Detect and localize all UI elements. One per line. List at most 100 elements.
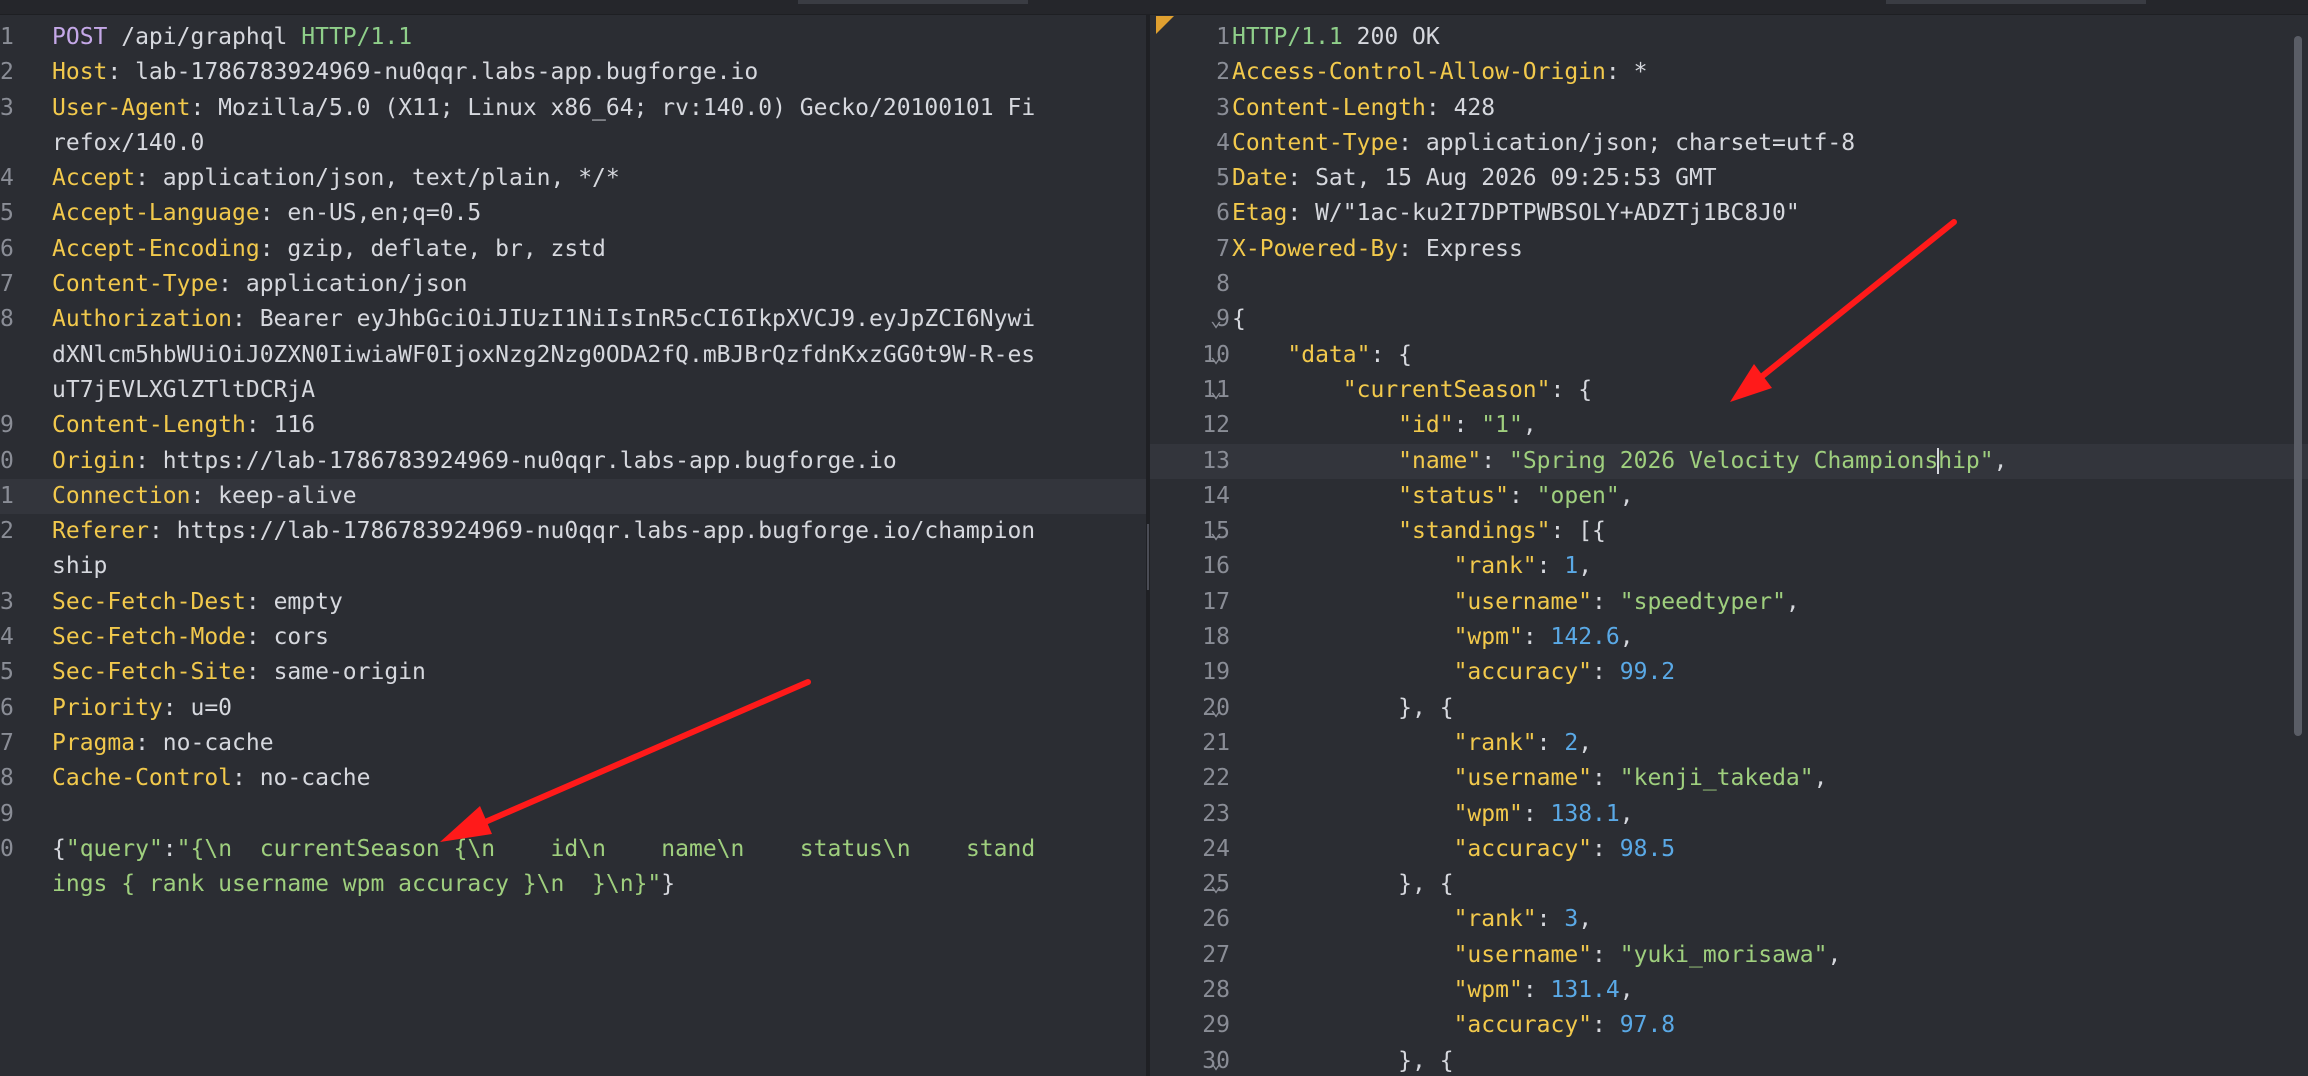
chevron-down-icon[interactable]: ⌄ [1210,514,1222,549]
request-line[interactable]: 4 Sec-Fetch-Mode: cors [0,620,1146,655]
token-plain: : [1522,624,1551,651]
response-line[interactable]: 25 ⌄ }, { [1150,867,2308,902]
tab-indicator[interactable] [798,0,1028,4]
request-line[interactable]: 0 {"query":"{\n currentSeason {\n id\n na… [0,832,1146,867]
chevron-down-icon[interactable]: ⌄ [1210,867,1222,902]
splitter-grip[interactable] [1147,524,1149,590]
token-plain: : 116 [245,412,316,439]
token-proto: HTTP/1.1 [1232,24,1343,50]
chevron-down-icon[interactable]: ⌄ [1210,1044,1222,1076]
request-line[interactable]: 6 Accept-Encoding: gzip, deflate, br, zst… [0,232,1146,267]
token-plain: , [1522,412,1537,439]
request-line[interactable]: uT7jEVLXGlZTltDCRjA [0,373,1146,408]
token-plain: : [1592,659,1620,686]
response-editor[interactable]: 1 HTTP/1.1 200 OK 2 Access-Control-Allow-Or… [1150,20,2308,1076]
token-num: 2 [1564,729,1579,756]
response-line[interactable]: 4 Content-Type: application/json; charset… [1150,126,2308,161]
response-line[interactable]: 23 "wpm": 138.1, [1150,797,2308,832]
response-line[interactable]: 15 ⌄ "standings": [{ [1150,514,2308,549]
request-line[interactable]: 3 Sec-Fetch-Dest: empty [0,585,1146,620]
response-line[interactable]: 19 "accuracy": 99.2 [1150,655,2308,690]
token-plain: : [1592,835,1620,862]
chevron-down-icon[interactable]: ⌄ [1210,373,1222,408]
request-line[interactable]: ship [0,549,1146,584]
request-line[interactable]: 9 [0,797,1146,832]
chevron-down-icon[interactable]: ⌄ [1210,302,1222,337]
code-text: "rank": 3, [1232,902,1593,937]
request-line[interactable]: 8 Authorization: Bearer eyJhbGciOiJIUzI1N… [0,302,1146,337]
request-line[interactable]: 2 Referer: https://lab-1786783924969-nu0q… [0,514,1146,549]
response-line[interactable]: 17 "username": "speedtyper", [1150,585,2308,620]
line-number: 6 [0,694,14,721]
request-line[interactable]: ings { rank username wpm accuracy }\n }\… [0,867,1146,902]
token-plain: : application/json; charset=utf-8 [1398,129,1856,156]
code-text: uT7jEVLXGlZTltDCRjA [52,373,315,408]
response-line[interactable]: 13 "name": "Spring 2026 Velocity Champio… [1150,443,2308,479]
response-line[interactable]: 26 "rank": 3, [1150,902,2308,937]
response-line[interactable]: 10 ⌄ "data": { [1150,338,2308,373]
token-hdr: Origin [52,447,136,474]
response-line[interactable]: 28 "wpm": 131.4, [1150,973,2308,1008]
request-line[interactable]: dXNlcm5hbWUiOiJ0ZXN0IiwiaWF0IjoxNzg2Nzg0… [0,338,1146,373]
request-line[interactable]: 4 Accept: application/json, text/plain, *… [0,161,1146,196]
request-line[interactable]: 2 Host: lab-1786783924969-nu0qqr.labs-app… [0,55,1146,90]
code-text: dXNlcm5hbWUiOiJ0ZXN0IiwiaWF0IjoxNzg2Nzg0… [52,338,1035,373]
response-line[interactable]: 11 ⌄ "currentSeason": { [1150,373,2308,408]
response-line[interactable]: 30 ⌄ }, { [1150,1044,2308,1076]
request-line[interactable]: 9 Content-Length: 116 [0,408,1146,443]
tab-indicator[interactable] [1886,0,2146,4]
line-number: 19 [1202,659,1230,686]
response-line[interactable]: 20 ⌄ }, { [1150,691,2308,726]
line-number: 7 [1216,235,1230,262]
response-line[interactable]: 5 Date: Sat, 15 Aug 2026 09:25:53 GMT [1150,161,2308,196]
chevron-down-icon[interactable]: ⌄ [1210,691,1222,726]
response-scrollbar[interactable] [2294,36,2302,736]
token-hdr: Etag [1232,200,1288,227]
token-num: 97.8 [1619,1012,1676,1039]
request-line[interactable]: 1 Connection: keep-alive [0,478,1146,515]
line-number: 0 [0,447,14,474]
request-line[interactable]: refox/140.0 [0,126,1146,161]
response-line[interactable]: 12 "id": "1", [1150,408,2308,443]
request-line[interactable]: 8 Cache-Control: no-cache [0,761,1146,796]
response-line[interactable]: 2 Access-Control-Allow-Origin: * [1150,55,2308,90]
response-line[interactable]: 29 "accuracy": 97.8 [1150,1008,2308,1043]
code-text: Content-Type: application/json [52,267,467,302]
response-line[interactable]: 16 "rank": 1, [1150,549,2308,584]
code-text: POST /api/graphql HTTP/1.1 [52,20,412,55]
response-line[interactable]: 22 "username": "kenji_takeda", [1150,761,2308,796]
request-line[interactable]: 5 Sec-Fetch-Site: same-origin [0,655,1146,690]
request-line[interactable]: 7 Pragma: no-cache [0,726,1146,761]
response-line[interactable]: 18 "wpm": 142.6, [1150,620,2308,655]
token-plain: : { [1370,341,1413,368]
response-line[interactable]: 24 "accuracy": 98.5 [1150,832,2308,867]
response-line[interactable]: 27 "username": "yuki_morisawa", [1150,938,2308,973]
line-number: 3 [1216,94,1230,121]
chevron-down-icon[interactable]: ⌄ [1210,338,1222,373]
request-line[interactable]: 1 POST /api/graphql HTTP/1.1 [0,20,1146,55]
response-line[interactable]: 6 Etag: W/"1ac-ku2I7DPTPWBSOLY+ADZTj1BC8J… [1150,196,2308,231]
request-line[interactable]: 3 User-Agent: Mozilla/5.0 (X11; Linux x86… [0,91,1146,126]
response-line[interactable]: 8 [1150,267,2308,302]
token-plain: , [1785,588,1800,615]
response-line[interactable]: 1 HTTP/1.1 200 OK [1150,20,2308,55]
code-text: Content-Type: application/json; charset=… [1232,126,1855,161]
response-line[interactable]: 7 X-Powered-By: Express [1150,232,2308,267]
line-number: 5 [0,659,14,686]
request-editor[interactable]: 1 POST /api/graphql HTTP/1.1 2 Host: lab-17… [0,20,1146,1076]
response-line[interactable]: 21 "rank": 2, [1150,726,2308,761]
response-line[interactable]: 14 "status": "open", [1150,479,2308,514]
token-key: "rank" [1453,553,1537,580]
token-hdr: Pragma [52,729,136,756]
code-text: ship [52,549,107,584]
token-key: "data" [1287,341,1371,368]
response-line[interactable]: 3 Content-Length: 428 [1150,91,2308,126]
request-line[interactable]: 7 Content-Type: application/json [0,267,1146,302]
request-line[interactable]: 5 Accept-Language: en-US,en;q=0.5 [0,196,1146,231]
code-text: Host: lab-1786783924969-nu0qqr.labs-app.… [52,55,758,90]
request-line[interactable]: 0 Origin: https://lab-1786783924969-nu0qq… [0,444,1146,479]
request-line[interactable]: 6 Priority: u=0 [0,691,1146,726]
response-line[interactable]: 9 ⌄{ [1150,302,2308,337]
token-key: "standings" [1398,518,1551,545]
